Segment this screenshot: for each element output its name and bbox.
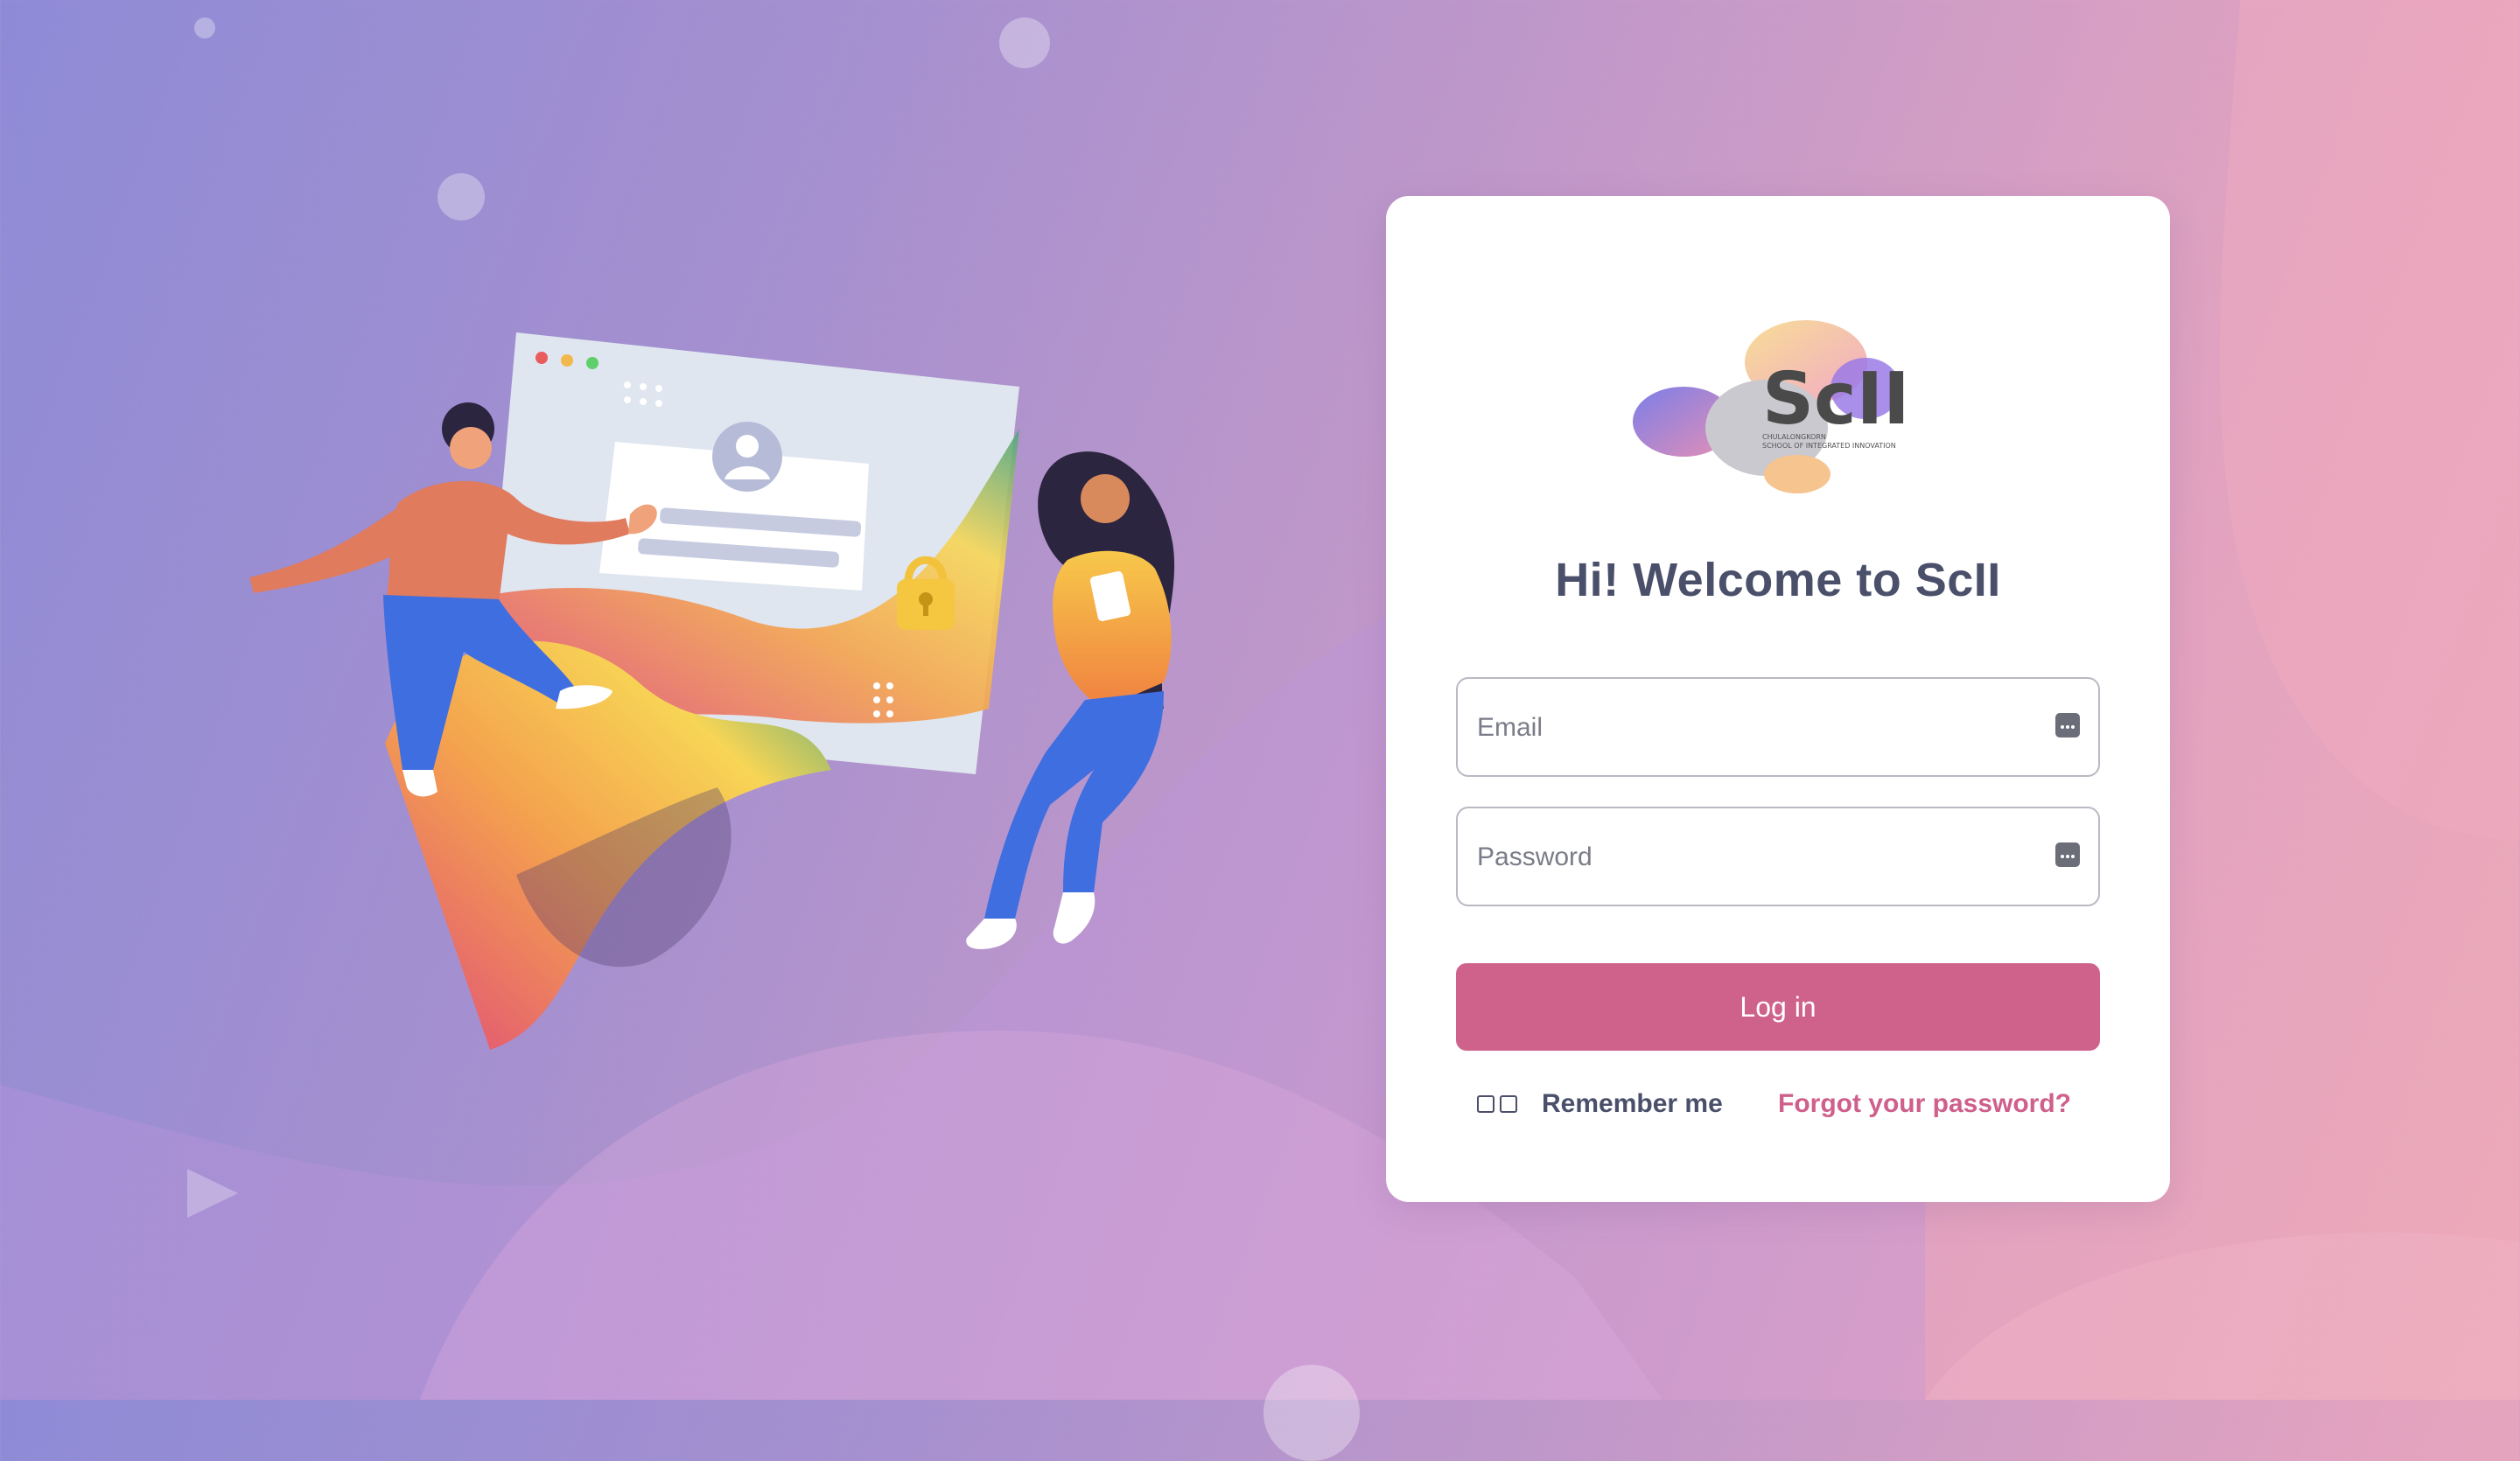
welcome-title: Hi! Welcome to ScII — [1555, 554, 2001, 606]
email-field[interactable] — [1456, 677, 2100, 777]
password-input[interactable] — [1475, 808, 2021, 906]
scii-logo: ScII CHULALONGKORN SCHOOL OF INTEGRATED … — [1633, 320, 1910, 493]
email-input[interactable] — [1475, 679, 2021, 777]
forgot-password-link[interactable]: Forgot your password? — [1778, 1087, 2071, 1122]
remember-me[interactable]: Remember me — [1477, 1087, 1723, 1122]
bubble-decoration — [194, 17, 215, 38]
bubble-decoration — [1264, 1365, 1360, 1461]
bubble-decoration — [999, 17, 1050, 68]
password-field[interactable] — [1456, 807, 2100, 906]
keyboard-icon[interactable] — [2054, 842, 2081, 868]
svg-text:SCHOOL OF INTEGRATED INNOVATIO: SCHOOL OF INTEGRATED INNOVATION — [1762, 442, 1896, 450]
user-avatar-icon — [712, 422, 782, 492]
remember-checkbox[interactable] — [1477, 1095, 1494, 1113]
login-card: ScII CHULALONGKORN SCHOOL OF INTEGRATED … — [1386, 196, 2170, 1202]
svg-text:CHULALONGKORN: CHULALONGKORN — [1762, 433, 1826, 441]
svg-text:ScII: ScII — [1762, 358, 1910, 441]
login-button[interactable]: Log in — [1456, 963, 2100, 1051]
bubble-decoration — [438, 173, 485, 220]
keyboard-icon[interactable] — [2054, 712, 2081, 738]
remember-label[interactable]: Remember me — [1542, 1089, 1723, 1119]
remember-checkbox[interactable] — [1500, 1095, 1517, 1113]
hero-illustration — [249, 332, 1175, 1050]
